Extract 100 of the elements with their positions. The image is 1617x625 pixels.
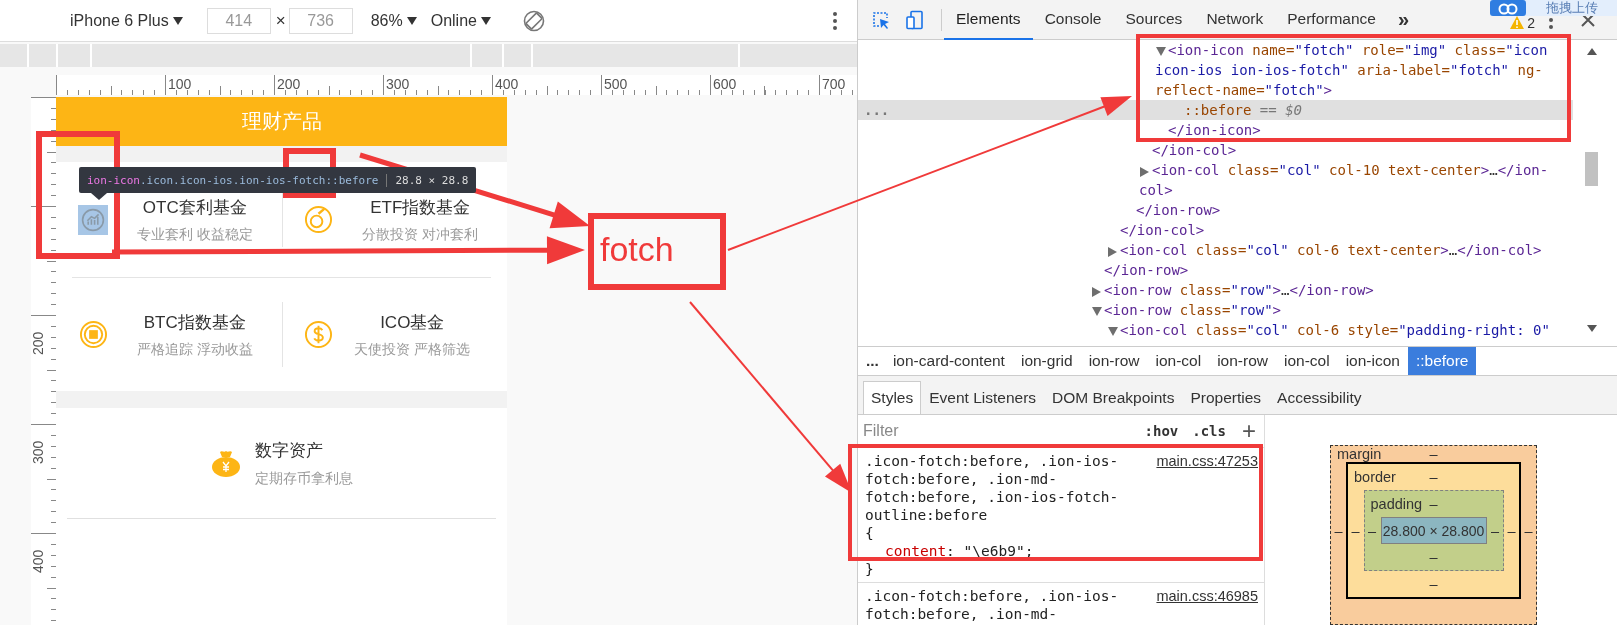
breadcrumb[interactable]: ... bbox=[862, 347, 885, 375]
ruler-label: 100 bbox=[167, 75, 193, 94]
rotate-icon[interactable] bbox=[522, 9, 545, 32]
product-subtitle: 天使投资 严格筛选 bbox=[354, 340, 471, 359]
dom-tree-row[interactable]: </ion-col> bbox=[858, 220, 1573, 240]
breadcrumb[interactable]: ion-col bbox=[1275, 347, 1338, 375]
devtools-tab[interactable]: Sources bbox=[1113, 0, 1195, 40]
dom-tree-row[interactable]: <ion-row class="row"> bbox=[858, 300, 1573, 320]
warning-icon bbox=[1510, 16, 1525, 29]
pane-tab[interactable]: Event Listeners bbox=[921, 381, 1045, 414]
menu-icon[interactable] bbox=[1549, 18, 1553, 29]
breadcrumb[interactable]: ion-card-content bbox=[884, 347, 1013, 375]
pane-tab[interactable]: Properties bbox=[1182, 381, 1270, 414]
box-value: – bbox=[1350, 522, 1361, 539]
expand-arrow-icon[interactable] bbox=[1091, 304, 1104, 315]
breadcrumb[interactable]: ion-row bbox=[1209, 347, 1276, 375]
box-label: padding bbox=[1369, 496, 1424, 512]
ruler-label: 200 bbox=[30, 331, 46, 355]
box-value: – bbox=[1489, 522, 1501, 539]
dom-tree-row[interactable]: </ion-icon> bbox=[858, 120, 1573, 140]
more-tabs-button[interactable]: » bbox=[1387, 8, 1420, 31]
warnings-button[interactable]: 2 bbox=[1510, 14, 1535, 31]
coin-icon bbox=[304, 205, 333, 234]
box-value: – bbox=[1333, 522, 1344, 539]
css-selector: .icon-fotch:before, .ion-ios-fotch:before, .ion-md- bbox=[865, 587, 1120, 623]
cls-button[interactable]: .cls bbox=[1192, 422, 1226, 440]
box-value: – bbox=[1429, 446, 1438, 462]
ruler-label: 300 bbox=[385, 75, 411, 94]
expand-arrow-icon[interactable] bbox=[1155, 44, 1168, 55]
product-subtitle: 专业套利 收益稳定 bbox=[136, 225, 253, 244]
css-brace: } bbox=[865, 560, 875, 578]
box-label: border bbox=[1353, 469, 1397, 485]
breadcrumb[interactable]: ion-grid bbox=[1012, 347, 1081, 375]
dom-tree-row[interactable]: <ion-col class="col" col-6 style="padding-right: 0" bbox=[858, 320, 1573, 340]
devtools-tab[interactable]: Performance bbox=[1275, 0, 1388, 40]
caret-icon bbox=[172, 16, 183, 25]
asset-title: 数字资产 bbox=[255, 439, 324, 462]
inspect-icon[interactable] bbox=[871, 9, 891, 30]
breadcrumb[interactable]: ::before bbox=[1407, 347, 1477, 375]
device-icon[interactable] bbox=[905, 9, 925, 30]
device-select[interactable]: iPhone 6 Plus bbox=[70, 11, 183, 30]
breadcrumb[interactable]: ion-row bbox=[1080, 347, 1148, 375]
expand-arrow-icon[interactable] bbox=[1107, 324, 1120, 335]
css-brace: { bbox=[865, 524, 875, 542]
dom-tree-row[interactable]: ... ::before == $0 bbox=[858, 100, 1573, 120]
badge-icon bbox=[78, 320, 108, 349]
filter-field[interactable]: Filter bbox=[863, 422, 1131, 440]
annotation-label: fotch bbox=[600, 229, 674, 269]
caret-icon bbox=[406, 16, 417, 25]
source-link[interactable]: main.css:47253 bbox=[1156, 452, 1258, 470]
ruler-label: 400 bbox=[494, 75, 520, 94]
upload-widget[interactable]: 拖拽上传 bbox=[1490, 0, 1617, 16]
times-sign: × bbox=[275, 10, 286, 31]
pane-tab[interactable]: Styles bbox=[863, 381, 922, 414]
asset-subtitle: 定期存币拿利息 bbox=[255, 469, 353, 488]
pane-tab[interactable]: Accessibility bbox=[1269, 381, 1370, 414]
css-declaration[interactable]: content: "\e6b9"; bbox=[865, 542, 1258, 560]
breadcrumb[interactable]: ion-col bbox=[1147, 347, 1210, 375]
box-value: – bbox=[1506, 522, 1517, 539]
product-title: BTC指数基金 bbox=[143, 311, 246, 334]
add-rule-button[interactable]: + bbox=[1242, 421, 1256, 441]
ruler-label: 500 bbox=[603, 75, 629, 94]
product-title: OTC套利基金 bbox=[142, 196, 247, 219]
css-selector: .icon-fotch:before, .ion-ios-fotch:before, .ion-md-fotch:before, .ion-ios-fotch-outline:before bbox=[865, 452, 1120, 524]
tooltip-size: 28.8 × 28.8 bbox=[386, 173, 469, 187]
box-value: – bbox=[1366, 522, 1378, 539]
ruler-label: 200 bbox=[276, 75, 302, 94]
breadcrumb[interactable]: ion-icon bbox=[1337, 347, 1408, 375]
content-box: 28.800 × 28.800 bbox=[1380, 517, 1487, 544]
ruler-label: 600 bbox=[712, 75, 738, 94]
dom-tree-row[interactable]: <ion-col class="col" col-10 text-center>…</ion-col> bbox=[858, 160, 1573, 200]
devtools-tab[interactable]: Network bbox=[1194, 0, 1276, 40]
devtools-tab[interactable]: Console bbox=[1032, 0, 1114, 40]
ruler-label: 300 bbox=[30, 440, 46, 464]
product-title: ICO基金 bbox=[380, 311, 445, 334]
product-title: ETF指数基金 bbox=[370, 196, 471, 219]
product-subtitle: 严格追踪 浮动收益 bbox=[136, 340, 253, 359]
box-value: – bbox=[1429, 469, 1438, 485]
source-link[interactable]: main.css:46985 bbox=[1156, 587, 1258, 605]
menu-icon[interactable] bbox=[832, 11, 837, 30]
hov-button[interactable]: :hov bbox=[1144, 422, 1179, 440]
box-value: – bbox=[1429, 496, 1438, 512]
ruler-label: 700 bbox=[821, 75, 847, 94]
dom-tree-row[interactable]: <ion-col class="col" col-6 text-center>…</ion-col> bbox=[858, 240, 1573, 260]
dom-tree-row[interactable]: <ion-icon name="fotch" role="img" class="icon icon-ios ion-ios-fotch" aria-label="fotch" ng-reflect-name="fotch"> bbox=[858, 40, 1573, 100]
product-subtitle: 分散投资 对冲套利 bbox=[362, 225, 479, 244]
zoom-select[interactable]: 86% bbox=[370, 11, 417, 30]
pane-tab[interactable]: DOM Breakpoints bbox=[1044, 381, 1183, 414]
box-label: margin bbox=[1336, 446, 1383, 462]
dom-tree-row[interactable]: </ion-row> bbox=[858, 260, 1573, 280]
money-bag-icon bbox=[210, 448, 242, 478]
box-value: – bbox=[1429, 549, 1438, 565]
tooltip-selector: ion-icon.icon.icon-ios.ion-ios-fotch::before bbox=[87, 173, 379, 187]
ruler-label: 400 bbox=[30, 549, 46, 573]
network-select[interactable]: Online bbox=[430, 11, 491, 30]
dom-tree-row[interactable]: </ion-row> bbox=[858, 200, 1573, 220]
app-header: 理财产品 bbox=[56, 97, 507, 146]
dom-tree-row[interactable]: <ion-row class="row">…</ion-row> bbox=[858, 280, 1573, 300]
box-value: – bbox=[1523, 522, 1534, 539]
dom-tree-row[interactable]: </ion-col> bbox=[858, 140, 1573, 160]
